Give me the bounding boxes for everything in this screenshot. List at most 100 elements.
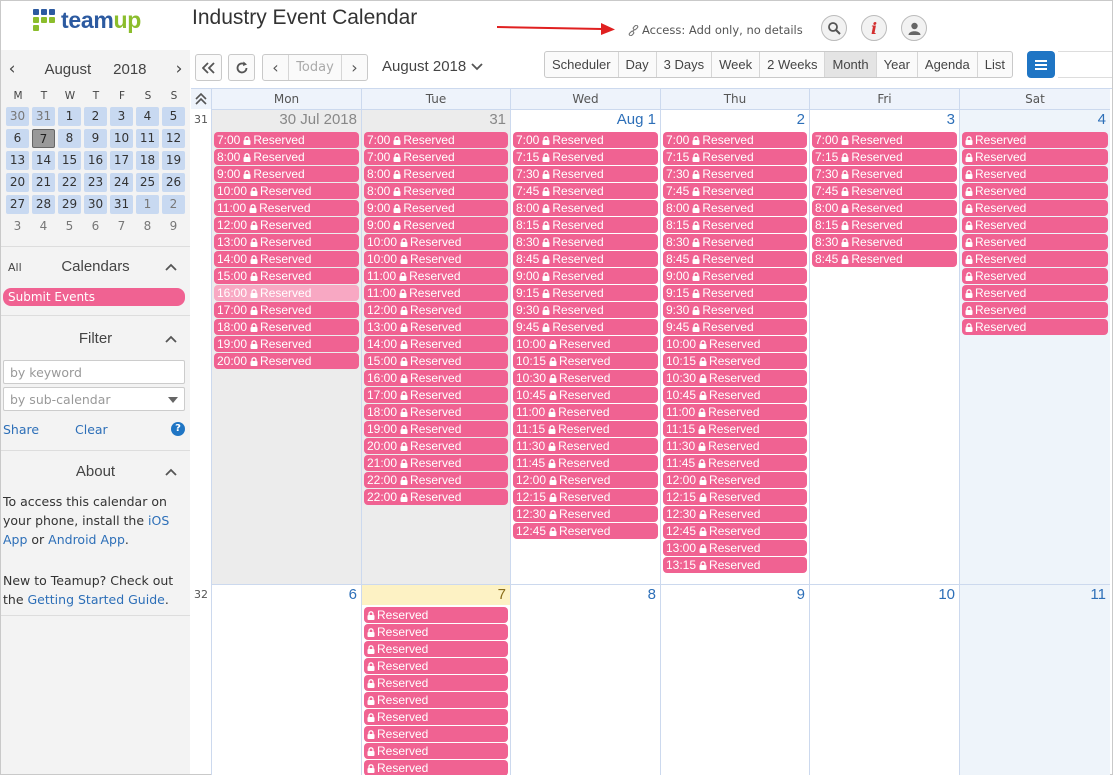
event-chip[interactable]: 9:00 Reserved [663, 268, 807, 284]
mini-day[interactable]: 14 [32, 151, 55, 170]
event-chip[interactable]: 8:15 Reserved [513, 217, 658, 233]
mini-day[interactable]: 3 [6, 217, 29, 236]
mini-day[interactable]: 23 [84, 173, 107, 192]
event-chip[interactable]: 8:00 Reserved [214, 149, 359, 165]
mini-day[interactable]: 31 [32, 107, 55, 126]
event-chip[interactable]: 17:00 Reserved [214, 302, 359, 318]
event-chip[interactable]: 11:15 Reserved [513, 421, 658, 437]
mini-year-label[interactable]: 2018 [113, 61, 146, 78]
event-chip[interactable]: 16:00 Reserved [214, 285, 359, 301]
getting-started-link[interactable]: Getting Started Guide [28, 592, 165, 607]
event-chip[interactable]: 10:00 Reserved [364, 234, 508, 250]
event-chip[interactable]: 8:00 Reserved [812, 200, 957, 216]
mini-day[interactable]: 8 [136, 217, 159, 236]
day-number[interactable]: 7 [498, 586, 506, 603]
event-chip[interactable]: 9:00 Reserved [513, 268, 658, 284]
event-chip[interactable]: Reserved [364, 709, 508, 725]
day-number[interactable]: 30 Jul 2018 [279, 111, 357, 128]
event-chip[interactable]: 20:00 Reserved [214, 353, 359, 369]
event-chip[interactable]: Reserved [364, 658, 508, 674]
event-chip[interactable]: 8:45 Reserved [513, 251, 658, 267]
mini-day[interactable]: 17 [110, 151, 133, 170]
event-chip[interactable]: 14:00 Reserved [214, 251, 359, 267]
event-chip[interactable]: 21:00 Reserved [364, 455, 508, 471]
view-tab-3-days[interactable]: 3 Days [657, 52, 713, 77]
view-tab-scheduler[interactable]: Scheduler [545, 52, 619, 77]
event-chip[interactable]: 9:45 Reserved [513, 319, 658, 335]
event-chip[interactable]: 18:00 Reserved [364, 404, 508, 420]
event-chip[interactable]: Reserved [364, 760, 508, 775]
event-chip[interactable]: 7:00 Reserved [663, 132, 807, 148]
event-chip[interactable]: 12:00 Reserved [663, 472, 807, 488]
event-chip[interactable]: Reserved [364, 726, 508, 742]
day-cell[interactable]: 11 [959, 584, 1110, 775]
collapse-sidebar-button[interactable] [195, 54, 222, 81]
event-chip[interactable]: 10:30 Reserved [663, 370, 807, 386]
day-cell[interactable]: 2 7:00 Reserved 7:15 Reserved 7:30 Reserved 7:4… [660, 109, 809, 584]
event-chip[interactable]: 13:00 Reserved [214, 234, 359, 250]
event-chip[interactable]: 10:00 Reserved [364, 251, 508, 267]
event-chip[interactable]: Reserved [364, 675, 508, 691]
collapse-chevron-icon[interactable] [164, 465, 178, 479]
event-chip[interactable]: 7:45 Reserved [812, 183, 957, 199]
event-chip[interactable]: 9:45 Reserved [663, 319, 807, 335]
day-number[interactable]: 2 [797, 111, 805, 128]
event-chip[interactable]: Reserved [962, 251, 1108, 267]
event-chip[interactable]: 15:00 Reserved [364, 353, 508, 369]
collapse-chevron-icon[interactable] [164, 332, 178, 346]
event-chip[interactable]: 18:00 Reserved [214, 319, 359, 335]
mini-day[interactable]: 7 [32, 129, 55, 148]
mini-day[interactable]: 20 [6, 173, 29, 192]
mini-day[interactable]: 18 [136, 151, 159, 170]
mini-day[interactable]: 4 [136, 107, 159, 126]
event-chip[interactable]: 7:00 Reserved [513, 132, 658, 148]
event-chip[interactable]: 16:00 Reserved [364, 370, 508, 386]
today-button[interactable]: Today [296, 60, 334, 75]
event-chip[interactable]: 12:30 Reserved [513, 506, 658, 522]
double-chevron-up-icon[interactable] [191, 89, 211, 109]
event-chip[interactable]: Reserved [364, 743, 508, 759]
mini-day[interactable]: 28 [32, 195, 55, 214]
event-chip[interactable]: 7:15 Reserved [663, 149, 807, 165]
mini-day[interactable]: 7 [110, 217, 133, 236]
event-chip[interactable]: 7:00 Reserved [214, 132, 359, 148]
event-chip[interactable]: 7:30 Reserved [812, 166, 957, 182]
day-number[interactable]: 3 [947, 111, 955, 128]
event-chip[interactable]: Reserved [962, 268, 1108, 284]
event-chip[interactable]: Reserved [962, 285, 1108, 301]
mini-day[interactable]: 19 [162, 151, 185, 170]
event-chip[interactable]: 7:30 Reserved [663, 166, 807, 182]
access-indicator[interactable]: Access: Add only, no details [628, 23, 803, 37]
event-chip[interactable]: Reserved [962, 183, 1108, 199]
mini-day[interactable]: 6 [84, 217, 107, 236]
filter-section-title[interactable]: Filter [1, 330, 190, 347]
event-chip[interactable]: 22:00 Reserved [364, 472, 508, 488]
search-button[interactable] [821, 15, 847, 41]
view-tab-agenda[interactable]: Agenda [918, 52, 978, 77]
event-chip[interactable]: 9:00 Reserved [364, 217, 508, 233]
event-chip[interactable]: Reserved [364, 692, 508, 708]
mini-prev-month-icon[interactable]: ‹ [5, 59, 19, 79]
event-chip[interactable]: 8:00 Reserved [364, 183, 508, 199]
event-chip[interactable]: 10:00 Reserved [214, 183, 359, 199]
event-chip[interactable]: 9:30 Reserved [513, 302, 658, 318]
event-chip[interactable]: Reserved [962, 217, 1108, 233]
event-chip[interactable]: 11:00 Reserved [214, 200, 359, 216]
event-chip[interactable]: 11:00 Reserved [364, 268, 508, 284]
event-chip[interactable]: Reserved [962, 234, 1108, 250]
event-chip[interactable]: 11:30 Reserved [513, 438, 658, 454]
event-chip[interactable]: 9:00 Reserved [214, 166, 359, 182]
event-chip[interactable]: 10:00 Reserved [513, 336, 658, 352]
mini-day[interactable]: 22 [58, 173, 81, 192]
event-chip[interactable]: 7:00 Reserved [364, 132, 508, 148]
event-chip[interactable]: 17:00 Reserved [364, 387, 508, 403]
event-chip[interactable]: 9:15 Reserved [663, 285, 807, 301]
mini-day[interactable]: 9 [84, 129, 107, 148]
calendars-section-title[interactable]: Calendars [1, 258, 190, 275]
day-cell[interactable]: 8 [510, 584, 660, 775]
mini-day[interactable]: 6 [6, 129, 29, 148]
event-chip[interactable]: 11:00 Reserved [364, 285, 508, 301]
next-period-button[interactable]: › [340, 55, 367, 80]
event-chip[interactable]: 8:45 Reserved [663, 251, 807, 267]
event-chip[interactable]: 9:30 Reserved [663, 302, 807, 318]
